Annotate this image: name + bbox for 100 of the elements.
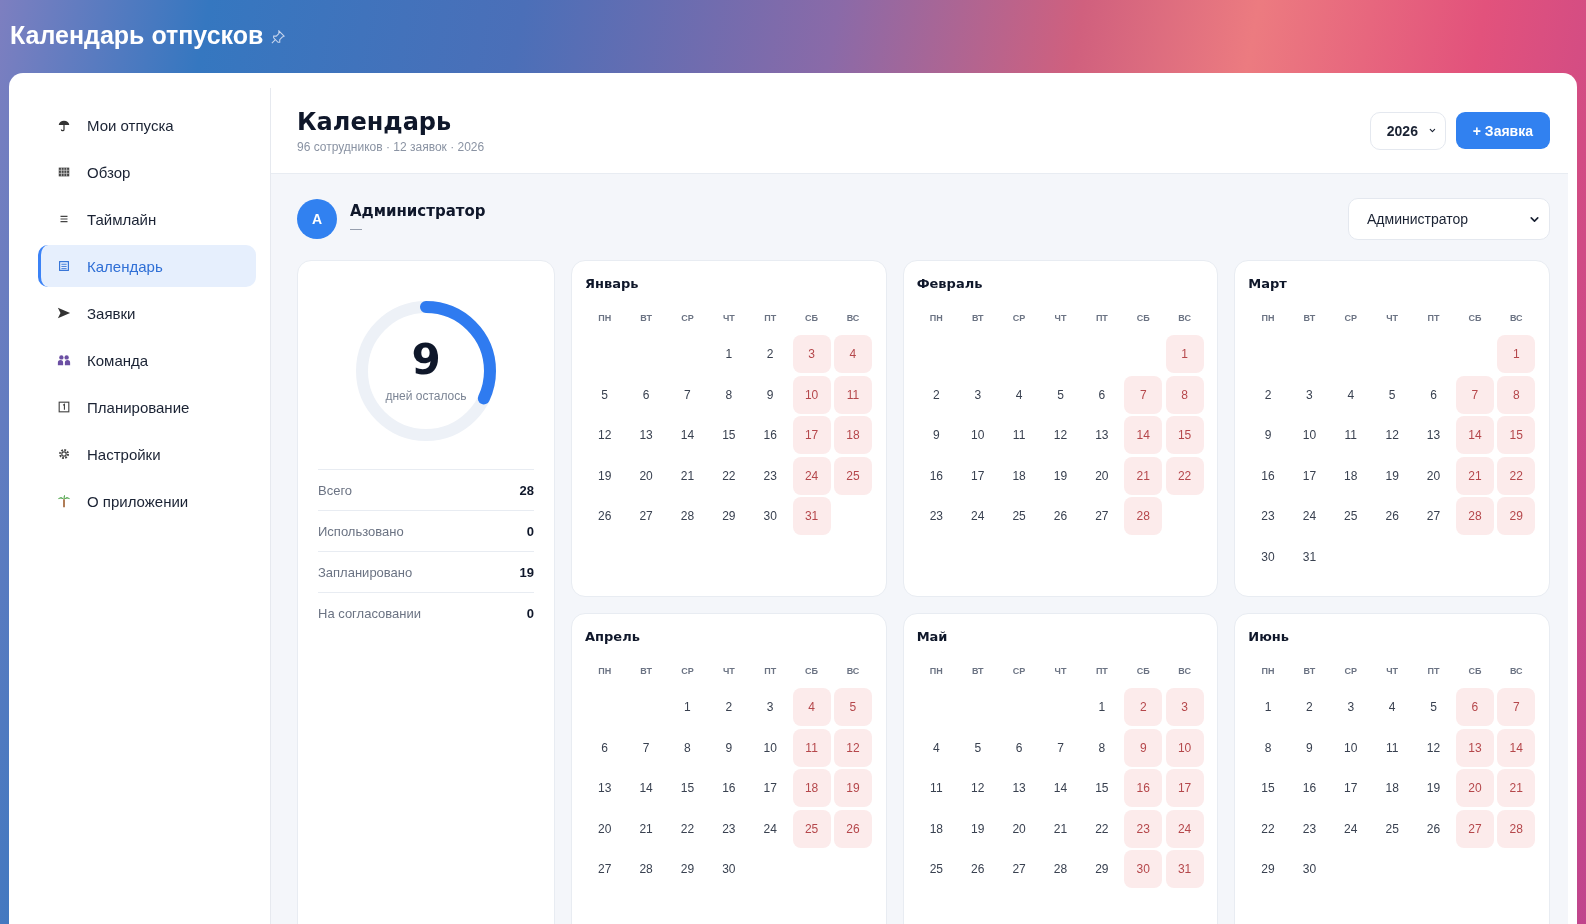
- day-cell[interactable]: 1: [1082, 688, 1121, 726]
- day-cell[interactable]: 16: [1124, 769, 1163, 808]
- day-cell[interactable]: 24: [792, 456, 831, 495]
- day-cell[interactable]: 27: [1082, 497, 1121, 536]
- day-cell[interactable]: 16: [1249, 456, 1287, 495]
- day-cell[interactable]: 10: [1331, 728, 1370, 767]
- day-cell[interactable]: 9: [751, 375, 790, 414]
- new-request-button[interactable]: + Заявка: [1455, 112, 1550, 149]
- day-cell[interactable]: 12: [958, 769, 997, 808]
- day-cell[interactable]: 19: [1041, 456, 1080, 495]
- day-cell[interactable]: 5: [1041, 375, 1080, 414]
- day-cell[interactable]: 1: [709, 335, 748, 373]
- sidebar-item[interactable]: Таймлайн: [38, 198, 256, 240]
- day-cell[interactable]: 29: [1082, 850, 1121, 889]
- day-cell[interactable]: 27: [1414, 497, 1453, 536]
- day-cell[interactable]: 14: [1455, 416, 1494, 455]
- day-cell[interactable]: 11: [1000, 416, 1039, 455]
- day-cell[interactable]: 6: [627, 375, 666, 414]
- day-cell[interactable]: 27: [1000, 850, 1039, 889]
- day-cell[interactable]: 13: [627, 416, 666, 455]
- day-cell[interactable]: 19: [1373, 456, 1412, 495]
- day-cell[interactable]: 18: [917, 809, 956, 848]
- day-cell[interactable]: 13: [1455, 728, 1494, 767]
- day-cell[interactable]: 10: [1290, 416, 1329, 455]
- day-cell[interactable]: 18: [1331, 456, 1370, 495]
- day-cell[interactable]: 10: [751, 728, 790, 767]
- day-cell[interactable]: 9: [1249, 416, 1287, 455]
- day-cell[interactable]: 4: [917, 728, 956, 767]
- day-cell[interactable]: 15: [709, 416, 748, 455]
- day-cell[interactable]: 2: [709, 688, 748, 726]
- sidebar-item[interactable]: Планирование: [38, 386, 256, 428]
- day-cell[interactable]: 28: [1041, 850, 1080, 889]
- day-cell[interactable]: 16: [917, 456, 956, 495]
- day-cell[interactable]: 29: [1497, 497, 1536, 536]
- day-cell[interactable]: 9: [1290, 728, 1329, 767]
- day-cell[interactable]: 26: [1414, 809, 1453, 848]
- day-cell[interactable]: 3: [1331, 688, 1370, 726]
- day-cell[interactable]: 22: [668, 809, 707, 848]
- day-cell[interactable]: 12: [833, 728, 872, 767]
- day-cell[interactable]: 16: [751, 416, 790, 455]
- day-cell[interactable]: 24: [751, 809, 790, 848]
- day-cell[interactable]: 1: [1165, 335, 1204, 373]
- day-cell[interactable]: 13: [585, 769, 624, 808]
- day-cell[interactable]: 6: [585, 728, 624, 767]
- day-cell[interactable]: 8: [1165, 375, 1204, 414]
- day-cell[interactable]: 24: [1290, 497, 1329, 536]
- day-cell[interactable]: 11: [1331, 416, 1370, 455]
- day-cell[interactable]: 24: [958, 497, 997, 536]
- day-cell[interactable]: 1: [668, 688, 707, 726]
- day-cell[interactable]: 15: [668, 769, 707, 808]
- day-cell[interactable]: 23: [917, 497, 956, 536]
- day-cell[interactable]: 3: [958, 375, 997, 414]
- day-cell[interactable]: 17: [958, 456, 997, 495]
- day-cell[interactable]: 17: [792, 416, 831, 455]
- day-cell[interactable]: 21: [627, 809, 666, 848]
- day-cell[interactable]: 30: [709, 850, 748, 889]
- day-cell[interactable]: 9: [917, 416, 956, 455]
- year-select[interactable]: 2026: [1369, 111, 1446, 150]
- day-cell[interactable]: 13: [1414, 416, 1453, 455]
- day-cell[interactable]: 30: [1249, 537, 1287, 576]
- day-cell[interactable]: 28: [668, 497, 707, 536]
- day-cell[interactable]: 2: [751, 335, 790, 373]
- day-cell[interactable]: 18: [833, 416, 872, 455]
- day-cell[interactable]: 4: [1000, 375, 1039, 414]
- day-cell[interactable]: 27: [627, 497, 666, 536]
- day-cell[interactable]: 11: [1373, 728, 1412, 767]
- day-cell[interactable]: 6: [1455, 688, 1494, 726]
- day-cell[interactable]: 9: [1124, 728, 1163, 767]
- day-cell[interactable]: 30: [1124, 850, 1163, 889]
- day-cell[interactable]: 31: [1290, 537, 1329, 576]
- day-cell[interactable]: 20: [627, 456, 666, 495]
- day-cell[interactable]: 16: [709, 769, 748, 808]
- day-cell[interactable]: 20: [1455, 769, 1494, 808]
- user-select[interactable]: Администратор: [1348, 198, 1550, 240]
- day-cell[interactable]: 18: [1000, 456, 1039, 495]
- day-cell[interactable]: 23: [751, 456, 790, 495]
- day-cell[interactable]: 13: [1000, 769, 1039, 808]
- day-cell[interactable]: 23: [709, 809, 748, 848]
- day-cell[interactable]: 8: [1497, 375, 1536, 414]
- day-cell[interactable]: 20: [1082, 456, 1121, 495]
- day-cell[interactable]: 15: [1082, 769, 1121, 808]
- day-cell[interactable]: 4: [1373, 688, 1412, 726]
- day-cell[interactable]: 23: [1290, 809, 1329, 848]
- day-cell[interactable]: 9: [709, 728, 748, 767]
- day-cell[interactable]: 5: [1414, 688, 1453, 726]
- day-cell[interactable]: 26: [958, 850, 997, 889]
- day-cell[interactable]: 7: [1041, 728, 1080, 767]
- day-cell[interactable]: 12: [1373, 416, 1412, 455]
- day-cell[interactable]: 19: [1414, 769, 1453, 808]
- day-cell[interactable]: 3: [1290, 375, 1329, 414]
- day-cell[interactable]: 22: [1497, 456, 1536, 495]
- day-cell[interactable]: 3: [751, 688, 790, 726]
- day-cell[interactable]: 10: [1165, 728, 1204, 767]
- day-cell[interactable]: 12: [1414, 728, 1453, 767]
- day-cell[interactable]: 2: [917, 375, 956, 414]
- day-cell[interactable]: 7: [1455, 375, 1494, 414]
- day-cell[interactable]: 22: [1082, 809, 1121, 848]
- day-cell[interactable]: 24: [1165, 809, 1204, 848]
- day-cell[interactable]: 29: [668, 850, 707, 889]
- day-cell[interactable]: 15: [1497, 416, 1536, 455]
